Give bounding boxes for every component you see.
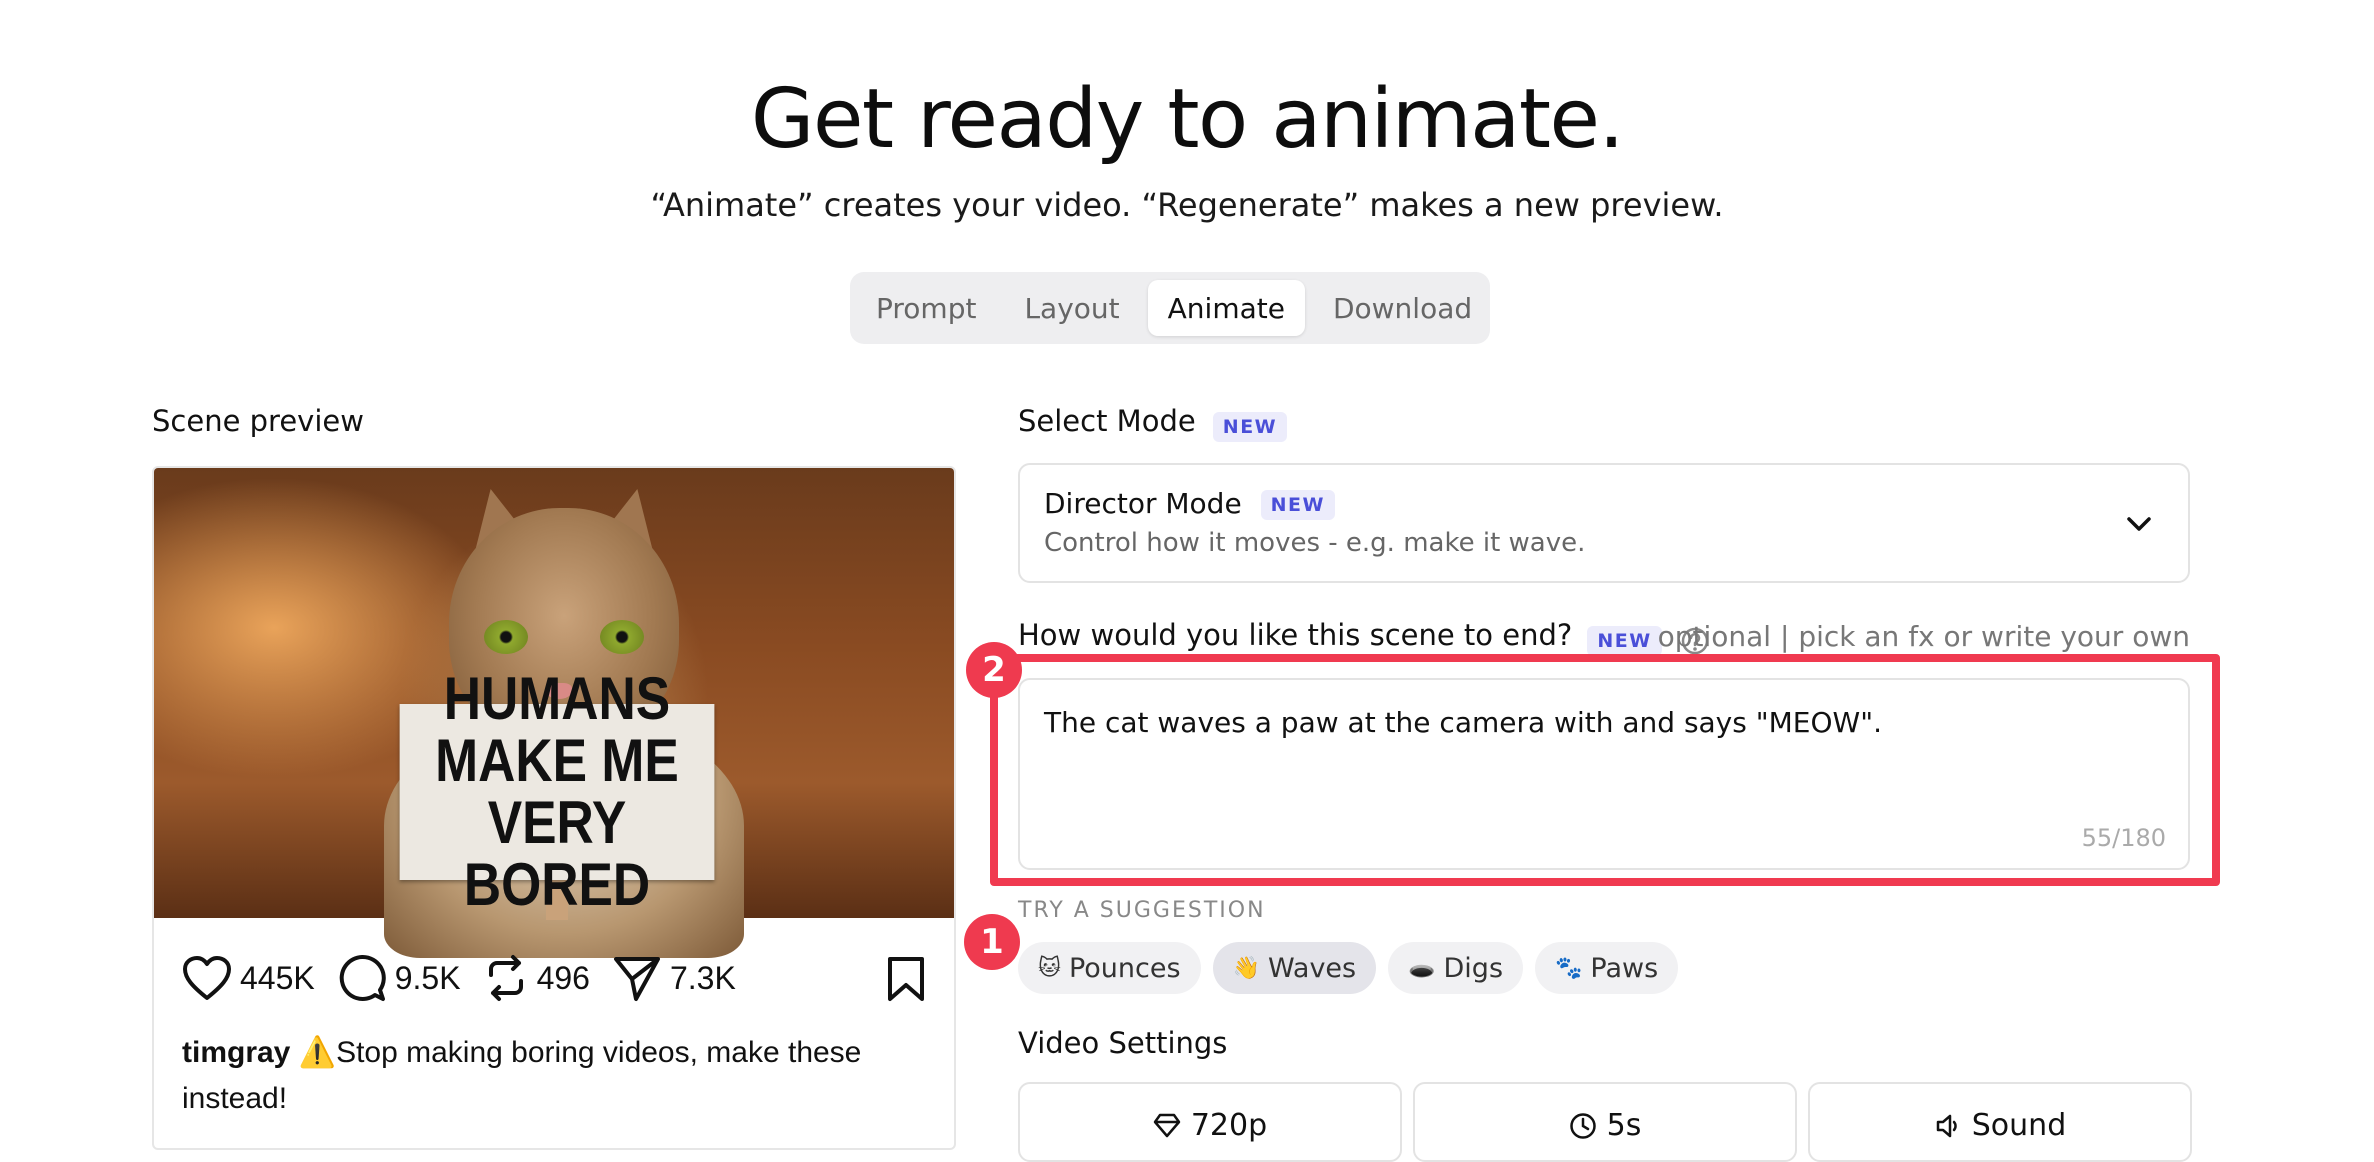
video-settings-label: Video Settings (1018, 1026, 1228, 1060)
duration-value: 5s (1606, 1108, 1642, 1143)
waving-hand-icon: 👋 (1232, 955, 1260, 981)
mode-name: Director Mode (1044, 487, 1242, 520)
new-badge: NEW (1212, 411, 1288, 442)
sound-setting[interactable]: Sound (1808, 1082, 2192, 1162)
mode-description: Control how it moves - e.g. make it wave… (1044, 528, 1586, 558)
shares-count: 7.3K (669, 959, 736, 996)
post-caption: timgray ⚠️Stop making boring videos, mak… (182, 1030, 902, 1122)
cat-face-icon: 🐱 (1038, 955, 1061, 981)
comment-icon (339, 954, 386, 1001)
post-stats: 445K 9.5K 496 7.3K (182, 948, 926, 1008)
cat-eye-left (484, 620, 528, 654)
cat-eye-right (600, 620, 644, 654)
scene-end-heading: How would you like this scene to end? NE… (1018, 618, 2190, 658)
scene-preview-card: HUMANS MAKE ME VERY BORED 445K 9.5K 496 … (152, 466, 956, 1150)
page-subtitle: “Animate” creates your video. “Regenerat… (650, 186, 1724, 224)
send-icon (613, 957, 660, 1001)
diamond-icon (1153, 1113, 1181, 1138)
duration-setting[interactable]: 5s (1413, 1082, 1797, 1162)
speaker-icon (1936, 1114, 1957, 1138)
step-tabs: Prompt Layout Animate Download (850, 272, 1490, 344)
hole-icon: 🕳️ (1408, 955, 1436, 981)
caption-username: timgray (182, 1036, 291, 1069)
tab-animate[interactable]: Animate (1147, 280, 1305, 336)
repost-icon (488, 955, 523, 1001)
suggestion-chip-waves[interactable]: 👋 Waves (1212, 942, 1377, 994)
suggestion-label-paws: Paws (1590, 952, 1659, 984)
optional-hint: optional | pick an fx or write your own (1657, 620, 2190, 653)
cat-sign: HUMANS MAKE ME VERY BORED (399, 668, 715, 916)
new-badge: NEW (1260, 490, 1335, 520)
annotation-marker-1: 1 (964, 914, 1020, 970)
suggestion-label-digs: Digs (1443, 952, 1504, 984)
suggestion-chip-digs[interactable]: 🕳️ Digs (1388, 942, 1524, 994)
comments-count: 9.5K (394, 959, 461, 996)
chevron-down-icon (2127, 517, 2151, 531)
suggestion-label-pounces: Pounces (1068, 952, 1181, 984)
likes-count: 445K (240, 959, 315, 996)
character-counter: 55/180 (2081, 824, 2166, 852)
suggestion-chips: 🐱 Pounces 👋 Waves 🕳️ Digs 🐾 Paws (1018, 942, 1679, 994)
mode-dropdown[interactable]: Director Mode NEW Control how it moves -… (1018, 463, 2190, 583)
annotation-marker-2: 2 (966, 642, 1022, 698)
select-mode-heading: Select Mode NEW (1018, 404, 1288, 442)
paw-prints-icon: 🐾 (1555, 955, 1583, 981)
resolution-value: 720p (1190, 1108, 1268, 1143)
heart-icon (183, 956, 231, 1000)
suggestion-label-waves: Waves (1267, 952, 1357, 984)
clock-icon (1569, 1113, 1596, 1139)
shares-stat[interactable]: 7.3K (612, 953, 736, 1003)
scene-preview-label: Scene preview (152, 404, 364, 438)
reposts-count: 496 (536, 959, 590, 996)
warning-icon: ⚠️ (298, 1036, 337, 1069)
sound-value: Sound (1971, 1108, 2067, 1143)
likes-stat[interactable]: 445K (182, 955, 315, 1001)
suggestion-chip-paws[interactable]: 🐾 Paws (1535, 942, 1679, 994)
mode-title: Director Mode NEW (1044, 487, 1335, 520)
resolution-setting[interactable]: 720p (1018, 1082, 1402, 1162)
new-badge: NEW (1587, 625, 1662, 656)
tab-download[interactable]: Download (1313, 280, 1492, 336)
comments-stat[interactable]: 9.5K (337, 953, 461, 1003)
scene-end-label: How would you like this scene to end? (1018, 618, 1573, 652)
tab-layout[interactable]: Layout (1004, 280, 1139, 336)
scene-preview-image: HUMANS MAKE ME VERY BORED (154, 468, 954, 958)
cat-sign-text: HUMANS MAKE ME VERY BORED (435, 665, 679, 918)
scene-end-input-text: The cat waves a paw at the camera with a… (1044, 706, 1882, 739)
reposts-stat[interactable]: 496 (483, 953, 590, 1003)
bookmark-icon[interactable] (886, 956, 926, 1002)
suggestion-label: TRY A SUGGESTION (1018, 898, 1266, 923)
suggestion-chip-pounces[interactable]: 🐱 Pounces (1018, 942, 1201, 994)
tab-prompt[interactable]: Prompt (856, 280, 996, 336)
page-title: Get ready to animate. (750, 72, 1625, 167)
scene-end-input[interactable]: The cat waves a paw at the camera with a… (1018, 678, 2190, 870)
select-mode-label: Select Mode (1018, 404, 1196, 438)
